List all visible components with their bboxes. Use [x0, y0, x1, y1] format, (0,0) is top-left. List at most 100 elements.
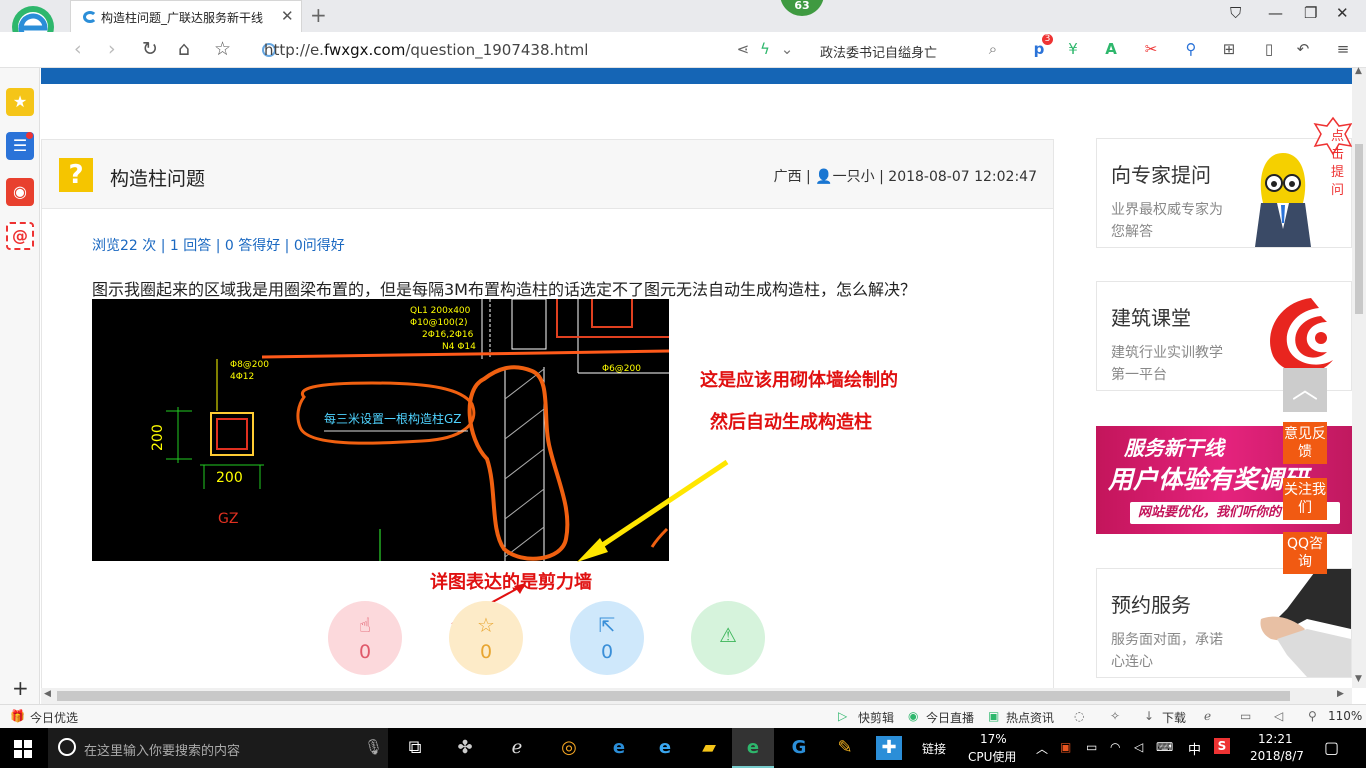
browser-sidebar: ★ ☰ ◉ @ +: [0, 68, 40, 704]
minimize-button[interactable]: —: [1268, 4, 1283, 22]
reader-icon[interactable]: ▯: [1260, 40, 1278, 58]
sidebar-add-icon[interactable]: +: [12, 676, 29, 700]
cad-label-phi6: Φ6@200: [602, 364, 641, 374]
notes-icon[interactable]: ✎: [832, 736, 858, 760]
search-input[interactable]: 政法委书记自缢身亡: [820, 42, 937, 61]
horizontal-scroll-thumb[interactable]: [57, 691, 1290, 701]
like-button[interactable]: ☝ 0: [328, 601, 402, 675]
taskbar-search[interactable]: 在这里输入你要搜索的内容 🎙: [48, 728, 388, 768]
sogou-s-icon[interactable]: S: [1214, 738, 1230, 754]
windows-start-icon[interactable]: [14, 740, 32, 758]
back-icon[interactable]: ‹: [74, 38, 82, 60]
sidebar-favorites-icon[interactable]: ★: [6, 88, 34, 116]
browser-e-icon[interactable]: ℯ: [504, 736, 530, 760]
kuaijianji-link[interactable]: 快剪辑: [858, 709, 894, 726]
tray-link-label[interactable]: 链接: [922, 740, 946, 757]
vertical-scrollbar[interactable]: ▲ ▼: [1352, 66, 1366, 688]
scroll-left-arrow-icon[interactable]: ◀: [44, 689, 51, 699]
ie-mode-icon[interactable]: ℯ: [1204, 709, 1211, 723]
chevron-down-icon[interactable]: ⌄: [778, 40, 796, 58]
clock-time[interactable]: 12:21: [1258, 732, 1293, 746]
tab-strip: 构造柱问题_广联达服务新干线 ✕ + 63 ⛉ — ❐ ✕: [0, 0, 1366, 32]
scroll-right-arrow-icon[interactable]: ▶: [1337, 689, 1344, 699]
sidebar-weibo-icon[interactable]: ◉: [6, 178, 34, 206]
ie-icon[interactable]: e: [652, 736, 678, 760]
favorite-star-icon[interactable]: ☆: [214, 38, 231, 60]
share-icon[interactable]: ⋖: [734, 40, 752, 58]
site-favicon-icon: [83, 11, 97, 23]
feedback-button[interactable]: 意见反馈: [1283, 422, 1327, 464]
news-icon: ▣: [988, 709, 1000, 723]
pin-icon[interactable]: ✧: [1110, 709, 1120, 723]
maximize-button[interactable]: ❐: [1304, 4, 1317, 22]
qq-consult-button[interactable]: QQ咨询: [1283, 532, 1327, 574]
favorite-button[interactable]: ☆ 0: [449, 601, 523, 675]
keyboard-icon[interactable]: ⌨: [1156, 740, 1173, 754]
tray-expand-icon[interactable]: ︿: [1036, 740, 1048, 757]
money-shield-icon[interactable]: ¥: [1064, 40, 1082, 58]
url-path: /question_1907438.html: [405, 41, 589, 59]
today-live-link[interactable]: 今日直播: [926, 709, 974, 726]
sidebar-mail-icon[interactable]: @: [6, 222, 34, 250]
chrome-like-icon[interactable]: ◎: [556, 736, 582, 760]
forward-icon[interactable]: ›: [108, 38, 116, 60]
hot-news-link[interactable]: 热点资讯: [1006, 709, 1054, 726]
volume-icon[interactable]: ◁: [1274, 709, 1283, 723]
page-title: 构造柱问题: [110, 168, 206, 190]
glodon-g-icon[interactable]: G: [786, 736, 812, 760]
url-field[interactable]: http://e.fwxgx.com/question_1907438.html: [264, 41, 588, 59]
star-icon: ☆: [477, 613, 495, 637]
notification-center-icon[interactable]: ▢: [1324, 738, 1339, 757]
magnifier-icon[interactable]: ⚲: [1182, 40, 1200, 58]
new-tab-button[interactable]: +: [310, 3, 327, 27]
scroll-up-arrow-icon[interactable]: ▲: [1355, 66, 1362, 76]
translate-icon[interactable]: A: [1102, 40, 1120, 58]
zoom-level[interactable]: 110%: [1328, 709, 1362, 723]
today-picks-link[interactable]: 今日优选: [30, 709, 78, 726]
speed-dial-icon[interactable]: ◌: [1074, 709, 1084, 723]
apps-grid-icon[interactable]: ⊞: [1220, 40, 1238, 58]
home-icon[interactable]: ⌂: [178, 38, 190, 60]
close-window-button[interactable]: ✕: [1336, 4, 1349, 22]
scissors-icon[interactable]: ✂: [1142, 40, 1160, 58]
cad-label-gz: GZ: [218, 511, 238, 527]
tray-app-icon[interactable]: ▣: [1060, 740, 1071, 754]
zoom-icon: ⚲: [1308, 709, 1317, 723]
undo-icon[interactable]: ↶: [1294, 40, 1312, 58]
window-icon[interactable]: ▭: [1240, 709, 1251, 723]
search-icon[interactable]: ⌕: [984, 40, 1002, 58]
notification-badge[interactable]: 63: [780, 0, 824, 16]
file-explorer-icon[interactable]: ▰: [696, 736, 722, 760]
edge-icon[interactable]: e: [606, 736, 632, 760]
share-button[interactable]: ⇱ 0: [570, 601, 644, 675]
booking-card[interactable]: 预约服务 服务面对面，承诺心连心: [1096, 568, 1352, 678]
battery-icon[interactable]: ▭: [1086, 740, 1097, 754]
fan-app-icon[interactable]: ✤: [452, 736, 478, 760]
360-browser-icon[interactable]: e: [740, 736, 766, 760]
refresh-icon[interactable]: ↻: [142, 38, 158, 60]
horizontal-scrollbar[interactable]: ◀ ▶: [41, 688, 1352, 704]
back-to-top-button[interactable]: ︿: [1283, 368, 1327, 412]
vertical-scroll-thumb[interactable]: [1355, 144, 1363, 314]
speed-icon[interactable]: ϟ: [756, 40, 774, 58]
task-view-icon[interactable]: ⧉: [402, 736, 428, 760]
question-author[interactable]: 一只小: [833, 169, 875, 185]
ime-indicator[interactable]: 中: [1188, 739, 1201, 758]
menu-icon[interactable]: ≡: [1334, 40, 1352, 58]
skin-icon[interactable]: ⛉: [1230, 4, 1241, 22]
cpu-percent: 17%: [980, 732, 1007, 746]
share-icon: ⇱: [598, 613, 616, 637]
scroll-down-arrow-icon[interactable]: ▼: [1355, 674, 1362, 684]
share-count: 0: [600, 641, 614, 663]
clock-date[interactable]: 2018/8/7: [1250, 749, 1304, 763]
speaker-icon[interactable]: ◁: [1134, 740, 1143, 754]
report-button[interactable]: ⚠: [691, 601, 765, 675]
follow-us-button[interactable]: 关注我们: [1283, 478, 1327, 520]
browser-tab[interactable]: 构造柱问题_广联达服务新干线 ✕: [70, 0, 302, 32]
question-meta: 广西 | 👤一只小 | 2018-08-07 12:02:47: [773, 169, 1037, 185]
wifi-icon[interactable]: ◠: [1110, 740, 1120, 754]
plus-app-icon[interactable]: ✚: [876, 736, 902, 760]
download-link[interactable]: 下载: [1162, 709, 1186, 726]
tab-close-icon[interactable]: ✕: [281, 7, 294, 25]
microphone-icon[interactable]: 🎙: [364, 738, 383, 756]
